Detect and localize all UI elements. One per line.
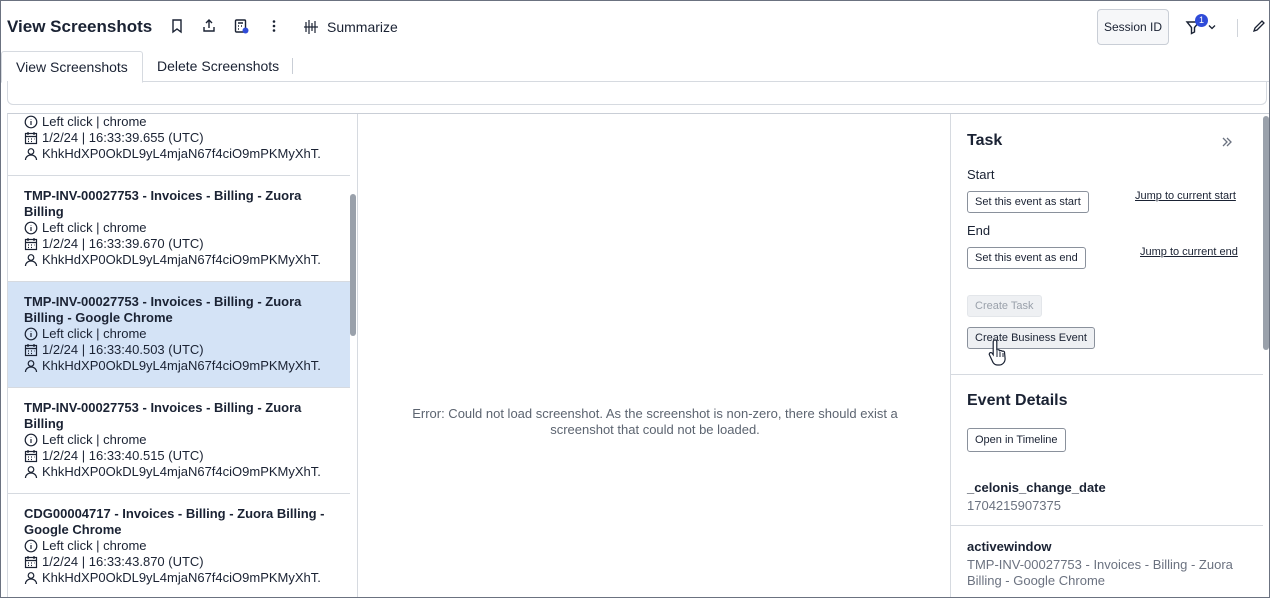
page-title: View Screenshots (7, 17, 153, 36)
calendar-icon (24, 344, 38, 357)
task-side-panel: Task Start Set this event as start Jump … (950, 114, 1269, 597)
user-icon (24, 572, 38, 585)
jump-start-link[interactable]: Jump to current start (1135, 190, 1236, 202)
field-name: _celonis_change_date (967, 480, 1106, 495)
event-user-row: KhkHdXP0OkDL9yL4mjaN67f4ciO9mPKMyXhT. (24, 464, 350, 480)
collapse-panel-icon[interactable] (1219, 134, 1235, 150)
share-icon[interactable] (200, 17, 218, 35)
field-divider (951, 525, 1263, 526)
create-task-button[interactable]: Create Task (967, 295, 1042, 317)
event-date-row: 1/2/24 | 16:33:39.670 (UTC) (24, 236, 350, 252)
tab-delete-screenshots[interactable]: Delete Screenshots (143, 51, 293, 82)
summarize-button[interactable]: Summarize (303, 17, 398, 37)
bookmark-icon[interactable] (168, 17, 186, 35)
screenshot-viewer: Error: Could not load screenshot. As the… (359, 114, 951, 597)
filter-count-badge: 1 (1195, 14, 1208, 27)
session-id-button[interactable]: Session ID (1097, 9, 1169, 45)
event-action-row: Left click | chrome (24, 432, 350, 448)
field-value: 1704215907375 (967, 498, 1061, 513)
calendar-icon (24, 556, 38, 569)
field-value: TMP-INV-00027753 - Invoices - Billing - … (967, 557, 1233, 588)
field-name: activewindow (967, 539, 1052, 554)
header: View Screenshots Summarize Session ID 1 (1, 1, 1269, 53)
pencil-icon[interactable] (1251, 18, 1269, 36)
error-message: Error: Could not load screenshot. As the… (412, 406, 898, 437)
event-date-row: 1/2/24 | 16:33:40.515 (UTC) (24, 448, 350, 464)
event-title: CDG00004717 - Invoices - Billing - Zuora… (24, 506, 325, 537)
end-label: End (967, 223, 991, 238)
event-user-row: KhkHdXP0OkDL9yL4mjaN67f4ciO9mPKMyXhT. (24, 252, 350, 268)
tab-bar: View Screenshots Delete Screenshots (1, 51, 1269, 83)
user-icon (24, 360, 38, 373)
header-divider (1237, 19, 1238, 37)
calendar-icon (24, 238, 38, 251)
calendar-icon (24, 132, 38, 145)
event-action-row: Left click | chrome (24, 326, 350, 342)
event-details-heading: Event Details (967, 392, 1068, 409)
event-user-row: KhkHdXP0OkDL9yL4mjaN67f4ciO9mPKMyXhT. (24, 146, 350, 162)
list-item[interactable]: CDG00004717 - Invoices - Billing - Zuora… (8, 494, 350, 597)
event-user-row: KhkHdXP0OkDL9yL4mjaN67f4ciO9mPKMyXhT. (24, 358, 350, 374)
chevron-down-icon (1208, 25, 1216, 30)
info-icon (24, 539, 38, 553)
list-item[interactable]: Left click | chrome 1/2/24 | 16:33:39.65… (8, 114, 350, 176)
event-title: TMP-INV-00027753 - Invoices - Billing - … (24, 294, 302, 325)
user-icon (24, 148, 38, 161)
start-label: Start (967, 167, 995, 182)
summarize-label: Summarize (327, 19, 398, 35)
event-date-row: 1/2/24 | 16:33:40.503 (UTC) (24, 342, 350, 358)
event-date-row: 1/2/24 | 16:33:39.655 (UTC) (24, 130, 350, 146)
info-icon (24, 433, 38, 447)
toolbar-panel (7, 81, 1267, 105)
app-window: View Screenshots Summarize Session ID 1 (0, 0, 1270, 598)
tab-view-screenshots[interactable]: View Screenshots (1, 51, 143, 83)
more-vertical-icon[interactable] (265, 17, 283, 35)
section-divider (951, 374, 1263, 375)
user-icon (24, 254, 38, 267)
calendar-icon (24, 450, 38, 463)
list-item[interactable]: TMP-INV-00027753 - Invoices - Billing - … (8, 388, 350, 494)
set-end-button[interactable]: Set this event as end (967, 247, 1086, 269)
info-icon (24, 221, 38, 235)
jump-end-link[interactable]: Jump to current end (1140, 246, 1238, 258)
sparkle-icon (304, 20, 318, 34)
list-scrollbar[interactable] (350, 194, 356, 336)
event-title: TMP-INV-00027753 - Invoices - Billing - … (24, 400, 302, 431)
calculator-icon[interactable] (232, 17, 250, 35)
user-icon (24, 466, 38, 479)
open-timeline-button[interactable]: Open in Timeline (967, 428, 1066, 452)
tab-divider (292, 58, 293, 74)
info-icon (24, 115, 38, 129)
set-start-button[interactable]: Set this event as start (967, 191, 1089, 213)
main-area: Left click | chrome 1/2/24 | 16:33:39.65… (7, 113, 1269, 597)
event-date-row: 1/2/24 | 16:33:43.870 (UTC) (24, 554, 350, 570)
event-action-row: Left click | chrome (24, 538, 350, 554)
event-list[interactable]: Left click | chrome 1/2/24 | 16:33:39.65… (8, 114, 358, 597)
event-action-row: Left click | chrome (24, 220, 350, 236)
info-icon (24, 327, 38, 341)
side-panel-scrollbar[interactable] (1263, 116, 1269, 350)
hand-cursor-icon (987, 338, 1011, 366)
event-title: TMP-INV-00027753 - Invoices - Billing - … (24, 188, 302, 219)
list-item[interactable]: TMP-INV-00027753 - Invoices - Billing - … (8, 176, 350, 282)
filter-dropdown[interactable]: 1 (1185, 14, 1219, 38)
event-action-row: Left click | chrome (24, 114, 350, 130)
list-item-selected[interactable]: TMP-INV-00027753 - Invoices - Billing - … (8, 282, 350, 388)
event-user-row: KhkHdXP0OkDL9yL4mjaN67f4ciO9mPKMyXhT. (24, 570, 350, 586)
task-heading: Task (967, 132, 1003, 149)
